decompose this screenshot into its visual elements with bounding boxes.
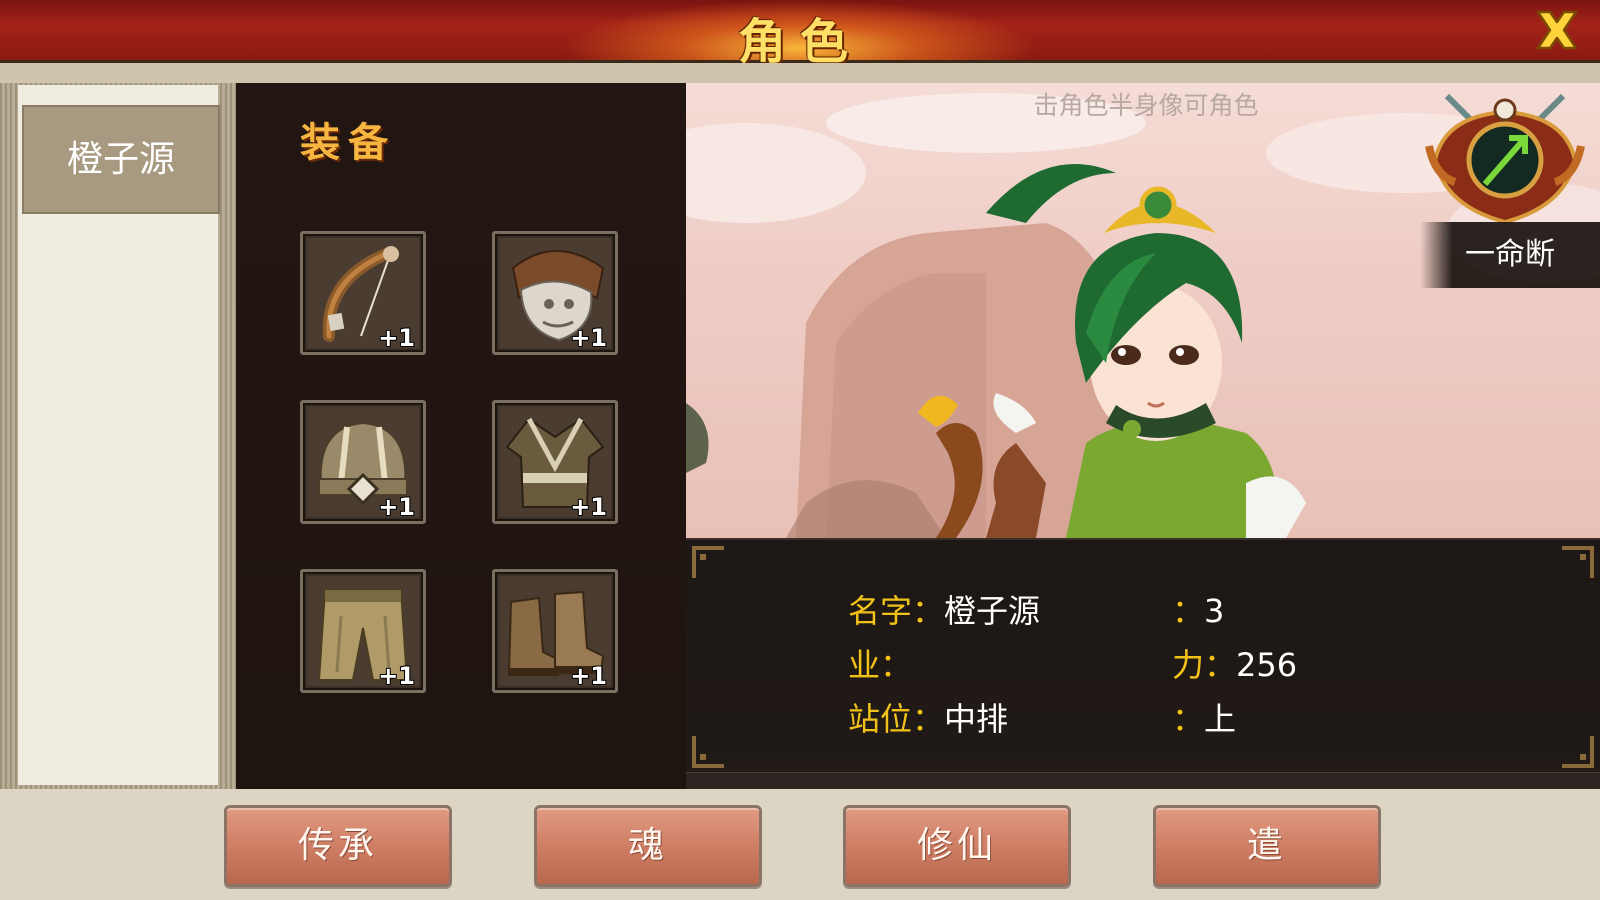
info-job: 业： <box>848 640 912 686</box>
equip-slot-pants[interactable]: +1 <box>300 569 426 693</box>
equip-slot-weapon[interactable]: +1 <box>300 231 426 355</box>
character-info-panel: 名字：橙子源 业： 站位：中排 ：3 力：256 ：上 <box>686 538 1600 784</box>
equip-slot-armor[interactable]: +1 <box>492 400 618 524</box>
enhance-level: +1 <box>570 324 607 352</box>
info-name-value: 橙子源 <box>944 592 1041 630</box>
info-power-label: 力： <box>1172 646 1237 684</box>
info-name-label: 名字： <box>848 592 945 630</box>
enhance-level: +1 <box>378 324 415 352</box>
info-power-value: 256 <box>1236 646 1298 684</box>
info-extra-value: 上 <box>1204 700 1237 738</box>
info-name: 名字：橙子源 <box>848 586 1040 632</box>
equip-slot-boots[interactable]: +1 <box>492 569 618 693</box>
enhance-level: +1 <box>378 493 415 521</box>
inherit-button[interactable]: 传承 <box>224 805 452 887</box>
info-power: 力：256 <box>1172 640 1297 686</box>
relic-button[interactable]: 遣 <box>1153 805 1381 887</box>
portrait-hint: 击角色半身像可角色 <box>1033 91 1259 120</box>
enhance-level: +1 <box>570 493 607 521</box>
skill-emblem-icon[interactable] <box>1425 86 1585 226</box>
info-level-value: 3 <box>1204 592 1225 630</box>
enhance-level: +1 <box>570 662 607 690</box>
enhance-level: +1 <box>378 662 415 690</box>
info-job-label: 业： <box>848 646 913 684</box>
info-position-value: 中排 <box>944 700 1009 738</box>
cultivate-button[interactable]: 修仙 <box>843 805 1071 887</box>
close-icon <box>1536 10 1578 50</box>
info-position-label: 站位： <box>848 700 945 738</box>
info-level-label: ： <box>1172 592 1205 630</box>
header-strip <box>0 63 1600 84</box>
frame-corner <box>692 546 724 578</box>
page-title: 角色 <box>737 14 862 70</box>
skill-name: 一命断 <box>1420 222 1600 288</box>
equip-slot-accessory[interactable]: +1 <box>492 231 618 355</box>
info-position: 站位：中排 <box>848 694 1008 740</box>
info-extra: ：上 <box>1172 694 1236 740</box>
close-button[interactable] <box>1530 6 1584 54</box>
equipment-title: 装备 <box>300 119 396 166</box>
info-level: ：3 <box>1172 586 1224 632</box>
character-list-item[interactable]: 橙子源 <box>22 105 220 214</box>
info-panel-footer <box>686 772 1600 789</box>
frame-corner <box>1562 736 1594 768</box>
equip-slot-helmet[interactable]: +1 <box>300 400 426 524</box>
frame-corner <box>692 736 724 768</box>
frame-corner <box>1562 546 1594 578</box>
soul-button[interactable]: 魂 <box>534 805 762 887</box>
info-extra-label: ： <box>1172 700 1205 738</box>
